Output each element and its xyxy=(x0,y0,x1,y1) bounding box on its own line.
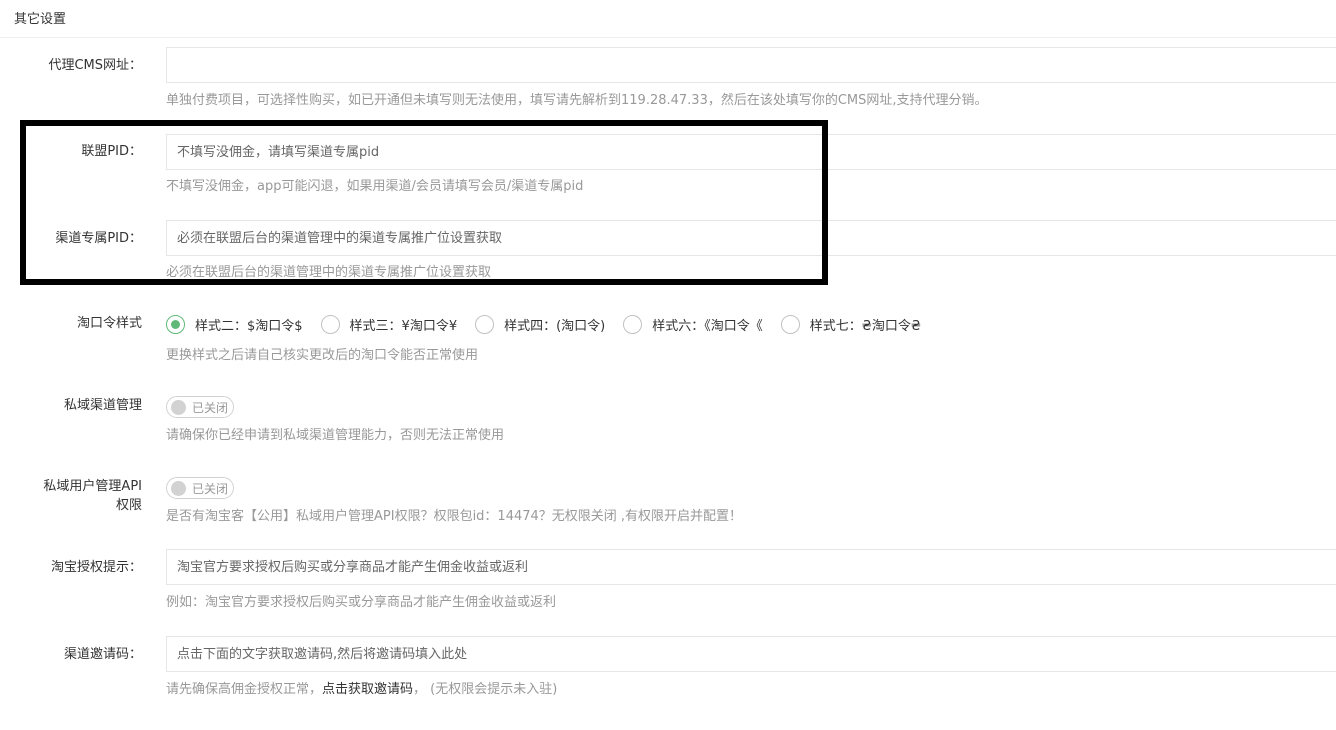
radio-label: 样式七：₴淘口令₴ xyxy=(809,318,921,334)
agent-cms-label: 代理CMS网址： xyxy=(48,58,142,73)
alliance-pid-input[interactable] xyxy=(166,134,1336,170)
taokouling-style-radio-group: 样式二：$淘口令$ 样式三：¥淘口令¥ 样式四：(淘口令) 样式六：《淘口令《 … xyxy=(166,314,939,334)
taokouling-style-help: 更换样式之后请自己核实更改后的淘口令能否正常使用 xyxy=(166,348,479,363)
channel-invite-code-label: 渠道邀请码： xyxy=(63,647,142,662)
radio-option-style-6[interactable]: 样式六：《淘口令《 xyxy=(623,314,763,334)
switch-knob xyxy=(171,480,186,496)
switch-text: 已关闭 xyxy=(192,400,229,415)
alliance-pid-help: 不填写没佣金，app可能闪退，如果用渠道/会员请填写会员/渠道专属pid xyxy=(166,179,584,194)
invite-help-prefix: 请先确保高佣金授权正常， xyxy=(166,682,323,697)
private-user-api-label: 私域用户管理API xyxy=(43,479,142,494)
radio-option-style-7[interactable]: 样式七：₴淘口令₴ xyxy=(780,314,921,334)
radio-option-style-3[interactable]: 样式三：¥淘口令¥ xyxy=(320,314,458,334)
private-channel-switch[interactable]: 已关闭 xyxy=(166,396,234,418)
channel-invite-code-help: 请先确保高佣金授权正常，点击获取邀请码， (无权限会提示未入驻) xyxy=(166,681,557,699)
private-channel-label: 私域渠道管理 xyxy=(63,398,142,413)
taobao-auth-tip-label: 淘宝授权提示： xyxy=(50,560,142,575)
agent-cms-help: 单独付费项目，可选择性购买，如已开通但未填写则无法使用，填写请先解析到119.2… xyxy=(166,93,988,108)
private-user-api-label-line2: 权限 xyxy=(115,498,142,513)
radio-option-style-4[interactable]: 样式四：(淘口令) xyxy=(475,314,606,334)
section-divider xyxy=(0,37,1336,38)
switch-knob xyxy=(171,399,186,415)
invite-help-suffix: ， (无权限会提示未入驻) xyxy=(413,682,558,697)
radio-circle-icon xyxy=(320,314,340,334)
radio-circle-icon xyxy=(166,314,185,334)
radio-label: 样式四：(淘口令) xyxy=(504,318,606,334)
channel-pid-input[interactable] xyxy=(166,220,1336,256)
taobao-auth-tip-input[interactable] xyxy=(166,549,1336,585)
channel-invite-code-input[interactable] xyxy=(166,636,1336,672)
radio-circle-icon xyxy=(780,314,800,334)
section-title: 其它设置 xyxy=(14,12,67,27)
alliance-pid-label: 联盟PID： xyxy=(81,144,142,159)
channel-pid-label: 渠道专属PID： xyxy=(55,231,142,246)
get-invite-code-link[interactable]: 点击获取邀请码 xyxy=(322,682,413,697)
radio-circle-icon xyxy=(475,314,495,334)
radio-label: 样式三：¥淘口令¥ xyxy=(349,318,458,334)
radio-label: 样式二：$淘口令$ xyxy=(195,318,303,334)
private-channel-help: 请确保你已经申请到私域渠道管理能力，否则无法正常使用 xyxy=(166,428,505,443)
switch-text: 已关闭 xyxy=(192,481,229,496)
private-user-api-switch[interactable]: 已关闭 xyxy=(166,477,234,499)
radio-option-style-2[interactable]: 样式二：$淘口令$ xyxy=(166,314,303,334)
radio-circle-icon xyxy=(623,314,643,334)
channel-pid-help: 必须在联盟后台的渠道管理中的渠道专属推广位设置获取 xyxy=(166,265,492,280)
radio-label: 样式六：《淘口令《 xyxy=(652,318,763,334)
taobao-auth-tip-help: 例如：淘宝官方要求授权后购买或分享商品才能产生佣金收益或返利 xyxy=(166,595,557,610)
taokouling-style-label: 淘口令样式 xyxy=(76,316,142,331)
agent-cms-input[interactable] xyxy=(166,47,1336,83)
private-user-api-help: 是否有淘宝客【公用】私域用户管理API权限？权限包id：14474？无权限关闭 … xyxy=(166,509,743,524)
